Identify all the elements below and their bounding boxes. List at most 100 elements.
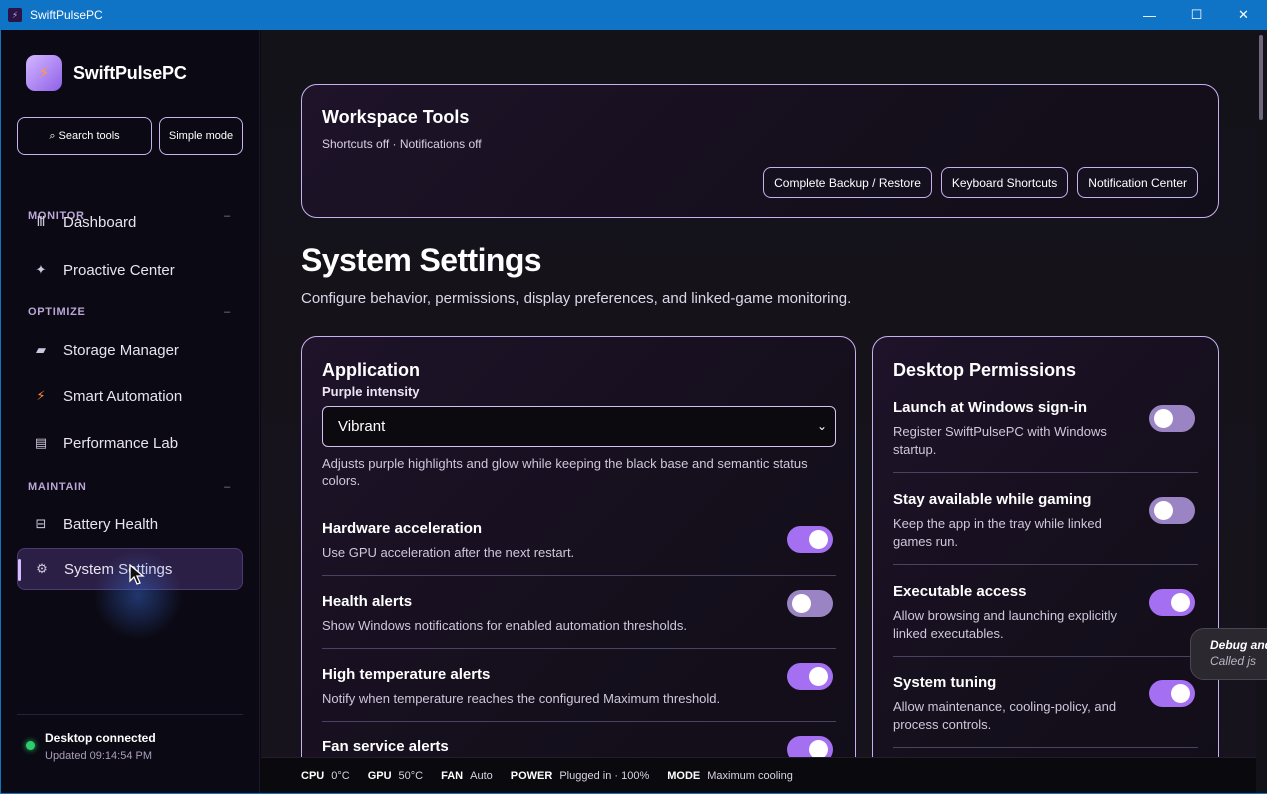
sidebar-item-storage-manager[interactable]: ▰ Storage Manager	[17, 329, 243, 371]
connection-updated: Updated 09:14:54 PM	[45, 750, 153, 762]
setting-title: Stay available while gaming	[893, 491, 1092, 508]
stat-value: Maximum cooling	[707, 769, 793, 782]
health-alerts-toggle[interactable]	[787, 590, 833, 617]
setting-fan-service-alerts: Fan service alerts	[322, 736, 836, 757]
maximize-button[interactable]: ☐	[1173, 0, 1220, 30]
application-card: Application Purple intensity Vibrant ⌄ A…	[301, 336, 856, 757]
brand-name: SwiftPulsePC	[73, 62, 187, 83]
card-subtitle: Shortcuts off · Notifications off	[322, 137, 482, 151]
sidebar-divider	[17, 714, 243, 715]
purple-intensity-label: Purple intensity	[322, 384, 420, 399]
sidebar-item-smart-automation[interactable]: ⚡ Smart Automation	[17, 375, 243, 417]
stay-available-gaming-toggle[interactable]	[1149, 497, 1195, 524]
setting-description: Register SwiftPulsePC with Windows start…	[893, 424, 1107, 457]
setting-health-alerts: Health alerts Show Windows notifications…	[322, 590, 836, 649]
stat-key: CPU	[301, 769, 325, 782]
app-icon: ⚡	[8, 8, 22, 22]
mode-stat: MODE Maximum cooling	[667, 770, 793, 782]
stat-key: GPU	[367, 769, 392, 782]
chart-icon: ▤	[34, 435, 48, 450]
connection-status-icon	[26, 741, 35, 750]
backup-restore-button[interactable]: Complete Backup / Restore	[763, 167, 932, 198]
setting-description: Use GPU acceleration after the next rest…	[322, 545, 575, 560]
collapse-icon[interactable]: –	[224, 306, 231, 318]
stat-value: 0°C	[331, 769, 350, 782]
bolt-icon: ⚡	[36, 388, 46, 403]
card-title: Workspace Tools	[322, 107, 470, 127]
app-window: ⚡ SwiftPulsePC ⌕ Search tools Simple mod…	[0, 30, 1267, 794]
setting-launch-at-sign-in: Launch at Windows sign-in Register Swift…	[893, 399, 1198, 473]
sidebar-item-label: Dashboard	[63, 213, 137, 231]
launch-at-sign-in-toggle[interactable]	[1149, 405, 1195, 432]
window-title: SwiftPulsePC	[30, 8, 103, 22]
status-bar: CPU 0°C GPU 50°C FAN Auto POWER Plugged …	[261, 757, 1256, 793]
debug-message: Called js	[1210, 654, 1257, 668]
sidebar-item-proactive-center[interactable]: ✦ Proactive Center	[17, 249, 243, 291]
setting-executable-access: Executable access Allow browsing and lau…	[893, 583, 1198, 657]
sidebar-item-label: Proactive Center	[63, 261, 175, 279]
keyboard-shortcuts-button[interactable]: Keyboard Shortcuts	[940, 167, 1069, 198]
gear-icon: ⚙	[36, 561, 48, 576]
purple-intensity-select[interactable]: Vibrant ⌄	[322, 406, 836, 447]
setting-description: Notify when temperature reaches the conf…	[322, 691, 721, 706]
main-content: Workspace Tools Shortcuts off · Notifica…	[261, 30, 1256, 757]
section-optimize[interactable]: OPTIMIZE –	[28, 306, 231, 318]
system-tuning-toggle[interactable]	[1149, 680, 1195, 707]
collapse-icon[interactable]: –	[224, 481, 231, 493]
purple-intensity-help: Adjusts purple highlights and glow while…	[322, 456, 808, 488]
hardware-acceleration-toggle[interactable]	[787, 526, 833, 553]
simple-mode-button[interactable]: Simple mode	[159, 117, 243, 155]
setting-hardware-acceleration: Hardware acceleration Use GPU accelerati…	[322, 520, 836, 576]
battery-icon: ⊟	[35, 516, 47, 531]
sidebar-item-label: Battery Health	[63, 515, 159, 533]
chevron-down-icon: ⌄	[816, 419, 827, 433]
gpu-stat: GPU 50°C	[368, 770, 423, 782]
window-controls: — ☐ ✕	[1126, 0, 1267, 30]
setting-system-tuning: System tuning Allow maintenance, cooling…	[893, 674, 1198, 748]
setting-title: System tuning	[893, 674, 997, 691]
close-button[interactable]: ✕	[1220, 0, 1267, 30]
section-maintain[interactable]: MAINTAIN –	[28, 481, 231, 493]
sparkle-icon: ✦	[35, 262, 47, 277]
scrollbar-thumb[interactable]	[1259, 35, 1263, 120]
setting-title: Fan service alerts	[322, 738, 449, 755]
setting-title: High temperature alerts	[322, 666, 491, 683]
sidebar-item-label: Performance Lab	[63, 434, 179, 452]
setting-title: Launch at Windows sign-in	[893, 399, 1088, 416]
connection-status: Desktop connected	[45, 731, 156, 745]
sidebar-item-dashboard[interactable]: Ⅲ Dashboard	[17, 201, 243, 243]
high-temperature-alerts-toggle[interactable]	[787, 663, 833, 690]
setting-description: Keep the app in the tray while linked ga…	[893, 516, 1102, 549]
card-title: Application	[322, 360, 420, 380]
sidebar-item-performance-lab[interactable]: ▤ Performance Lab	[17, 422, 243, 464]
setting-stay-available-gaming: Stay available while gaming Keep the app…	[893, 491, 1198, 565]
section-title: MAINTAIN	[28, 481, 87, 493]
power-stat: POWER Plugged in · 100%	[511, 770, 649, 782]
workspace-tools-card: Workspace Tools Shortcuts off · Notifica…	[301, 84, 1219, 218]
select-value: Vibrant	[338, 418, 386, 435]
setting-description: Allow browsing and launching explicitly …	[893, 608, 1118, 641]
setting-high-temperature-alerts: High temperature alerts Notify when temp…	[322, 663, 836, 722]
mouse-cursor-icon	[129, 564, 145, 585]
stat-value: 50°C	[398, 769, 424, 782]
setting-description: Allow maintenance, cooling-policy, and p…	[893, 699, 1117, 732]
search-tools-button[interactable]: ⌕ Search tools	[17, 117, 152, 155]
debug-toast[interactable]: Debug and Called js	[1190, 628, 1267, 680]
sidebar-item-label: Storage Manager	[63, 341, 179, 359]
page-title: System Settings	[301, 242, 542, 278]
stat-key: POWER	[510, 769, 553, 782]
setting-title: Executable access	[893, 583, 1027, 600]
sidebar: ⚡ SwiftPulsePC ⌕ Search tools Simple mod…	[1, 30, 260, 793]
stat-key: FAN	[441, 769, 464, 782]
fan-service-alerts-toggle[interactable]	[787, 736, 833, 757]
executable-access-toggle[interactable]	[1149, 589, 1195, 616]
notification-center-button[interactable]: Notification Center	[1077, 167, 1198, 198]
section-title: OPTIMIZE	[28, 306, 86, 318]
setting-title: Health alerts	[322, 593, 413, 610]
minimize-button[interactable]: —	[1126, 0, 1173, 30]
stat-value: Auto	[470, 769, 493, 782]
stat-value: Plugged in · 100%	[559, 769, 650, 782]
dashboard-icon: Ⅲ	[36, 214, 46, 229]
stat-key: MODE	[667, 769, 701, 782]
sidebar-item-battery-health[interactable]: ⊟ Battery Health	[17, 503, 243, 545]
